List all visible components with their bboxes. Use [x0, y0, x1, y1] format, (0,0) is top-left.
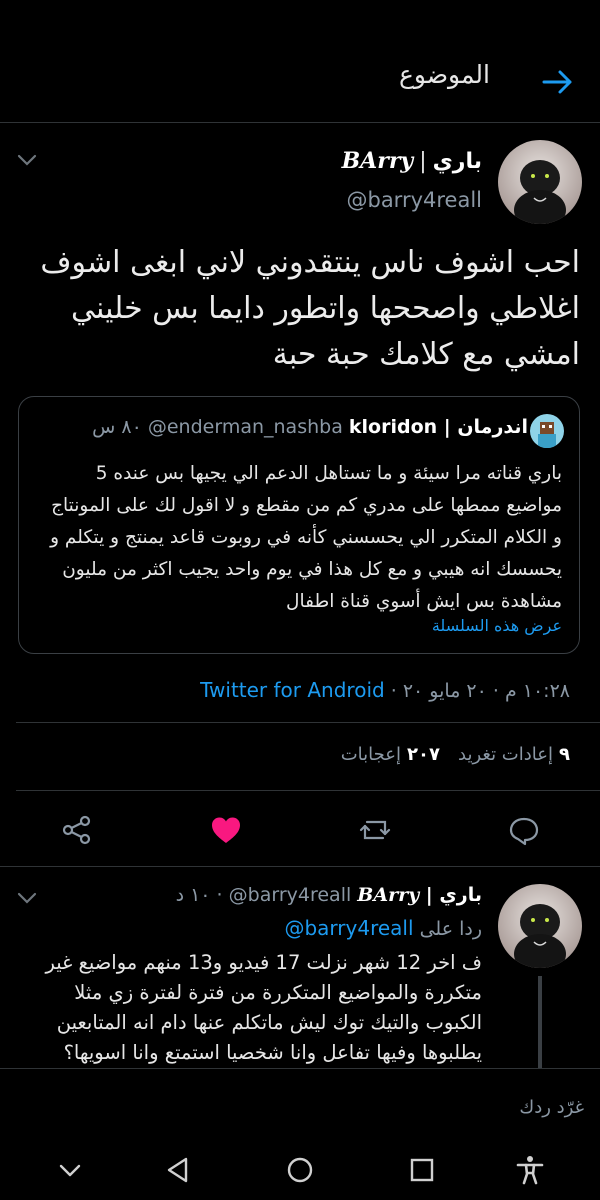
square-recents-icon — [410, 1158, 434, 1182]
stats-divider — [16, 790, 600, 791]
share-button[interactable] — [59, 812, 95, 848]
retweets-stat[interactable]: ٩ إعادات تغريد — [458, 744, 570, 765]
system-nav-bar — [0, 1140, 600, 1200]
replying-to-mention[interactable]: @barry4reall — [284, 916, 413, 940]
like-button[interactable] — [208, 812, 244, 848]
reply-text: ف اخر 12 شهر نزلت 17 فيديو و13 منهم مواض… — [45, 951, 482, 1064]
user-handle[interactable]: @barry4reall — [346, 188, 482, 212]
tweet-timestamp: ١٠:٢٨ م · ٢٠ مايو ٢٠ · — [390, 680, 570, 702]
page-title: الموضوع — [399, 60, 490, 89]
show-thread-link[interactable]: عرض هذه السلسلة — [432, 616, 562, 635]
meta-divider — [16, 722, 600, 723]
reply-time: · ١٠ د — [175, 884, 223, 906]
replying-to: ردا على @barry4reall — [284, 916, 482, 940]
display-name[interactable]: باري|BArry — [342, 148, 482, 174]
chevron-down-icon — [59, 1164, 81, 1177]
display-name-latin: BArry — [341, 148, 414, 174]
reply-handle: @barry4reall — [228, 884, 352, 906]
reply-icon — [509, 817, 539, 846]
compose-reply-bar — [0, 1068, 600, 1140]
circle-home-icon — [287, 1157, 313, 1183]
likes-label: إعجابات — [340, 744, 402, 765]
nav-accessibility-button[interactable] — [512, 1152, 548, 1188]
reply-name-separator: | — [425, 884, 433, 906]
retweet-button[interactable] — [357, 812, 393, 848]
likes-stat[interactable]: ٢٠٧إعجابات — [341, 744, 440, 765]
tweet-options-button[interactable] — [14, 150, 40, 170]
reply-display-name-arabic: باري — [439, 884, 482, 906]
back-button[interactable] — [538, 62, 578, 102]
retweets-label: إعادات تغريد — [458, 744, 553, 765]
retweet-icon — [359, 820, 391, 840]
enderman-avatar-image — [530, 414, 564, 448]
retweets-count: ٩ — [559, 744, 570, 765]
tweet-text: احب اشوف ناس ينتقدوني لاني ابغى اشوف اغل… — [40, 245, 580, 372]
accessibility-icon — [516, 1156, 544, 1185]
quote-handle: @enderman_nashba — [147, 416, 343, 438]
panther-avatar-image — [498, 140, 582, 224]
reply-display-name-latin: BArry — [357, 884, 420, 906]
header-divider — [0, 122, 600, 123]
quote-display-name: اندرمان | kloridon — [348, 416, 528, 438]
quote-avatar — [530, 414, 564, 448]
reply-avatar[interactable] — [498, 884, 582, 968]
arrow-right-icon — [542, 70, 572, 94]
reply-header: باري | BArry @barry4reall · ١٠ د — [176, 884, 482, 906]
reply-input[interactable] — [20, 1088, 586, 1126]
tweet-source-link[interactable]: Twitter for Android — [200, 678, 385, 702]
likes-count: ٢٠٧ — [407, 744, 440, 765]
tweet-stats: ٩ إعادات تغريد ٢٠٧إعجابات — [341, 744, 570, 765]
triangle-back-icon — [167, 1157, 188, 1183]
thread-connector-line — [538, 976, 542, 1070]
actions-divider — [0, 866, 600, 867]
quote-time: ٨٠ س — [92, 416, 142, 438]
share-icon — [62, 815, 91, 845]
nav-home-button[interactable] — [282, 1152, 318, 1188]
replying-to-label: ردا على — [419, 918, 482, 940]
heart-filled-icon — [212, 817, 240, 843]
compose-divider — [0, 1068, 600, 1069]
quote-text: باري قناته مرا سيئة و ما تستاهل الدعم ال… — [50, 463, 562, 612]
nav-back-button[interactable] — [160, 1152, 196, 1188]
quote-header: اندرمان | kloridon @enderman_nashba ٨٠ س — [92, 416, 528, 438]
chevron-down-icon — [17, 154, 37, 166]
nav-recents-button[interactable] — [404, 1152, 440, 1188]
reply-button[interactable] — [506, 812, 542, 848]
name-separator: | — [419, 149, 427, 174]
reply-options-button[interactable] — [14, 888, 40, 908]
tweet-meta: ١٠:٢٨ م · ٢٠ مايو ٢٠ · Twitter for Andro… — [200, 678, 570, 702]
panther-avatar-image — [498, 884, 582, 968]
display-name-arabic: باري — [432, 149, 482, 174]
reply-display-name[interactable]: باري | BArry — [357, 884, 482, 906]
chevron-down-icon — [17, 892, 37, 904]
nav-collapse-button[interactable] — [52, 1152, 88, 1188]
avatar[interactable] — [498, 140, 582, 224]
